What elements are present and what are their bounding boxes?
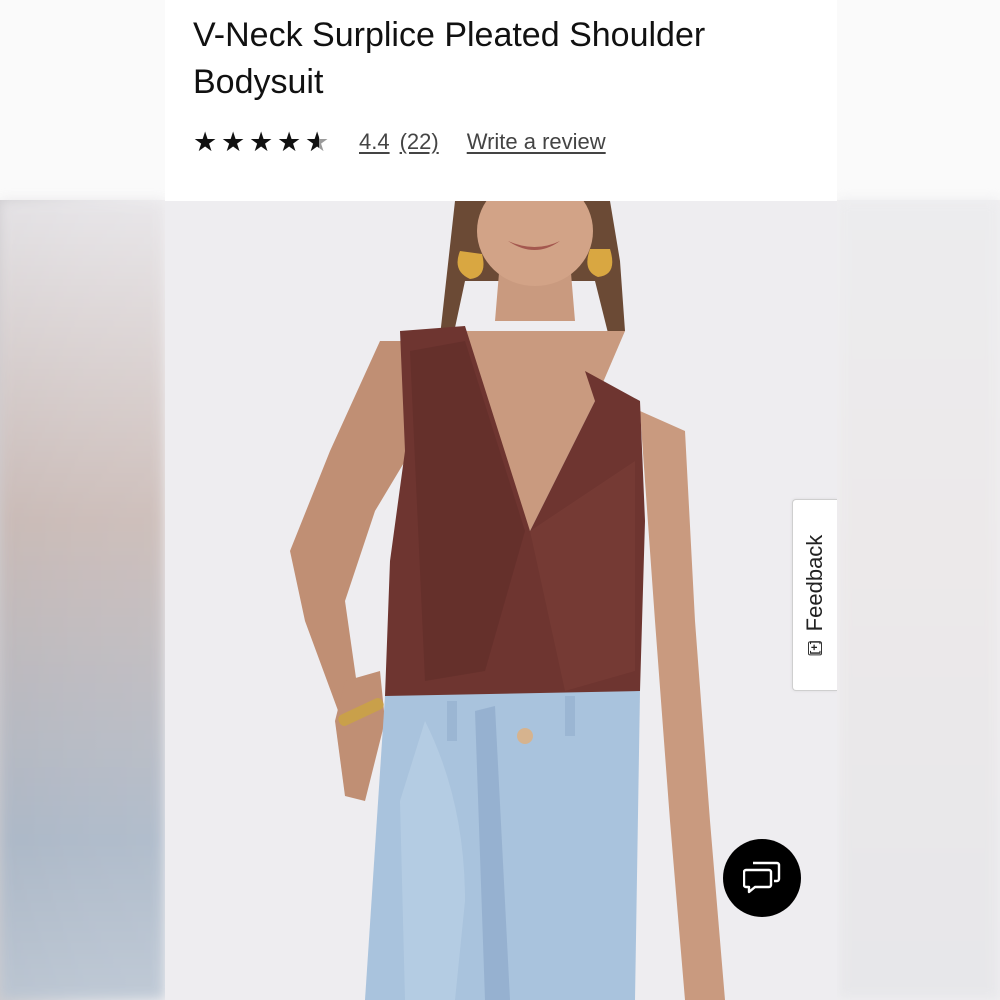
- backdrop-left-blur: [0, 200, 165, 1000]
- feedback-plus-icon: [+]: [808, 640, 822, 656]
- star-icon: ★: [193, 126, 217, 157]
- star-icon: ★: [221, 126, 245, 157]
- product-title: V-Neck Surplice Pleated Shoulder Bodysui…: [193, 16, 706, 101]
- feedback-label: Feedback: [802, 534, 827, 632]
- star-rating[interactable]: ★ ★ ★ ★ ★ ★: [193, 126, 332, 157]
- chat-button[interactable]: [723, 839, 801, 917]
- feedback-tab[interactable]: [+] Feedback: [792, 499, 837, 691]
- star-icon: ★: [249, 126, 273, 157]
- rating-count-link[interactable]: (22): [400, 129, 439, 155]
- write-review-link[interactable]: Write a review: [467, 129, 606, 155]
- rating-value-link[interactable]: 4.4: [359, 129, 390, 155]
- star-icon: ★: [277, 126, 301, 157]
- backdrop-right-blur: [837, 200, 1000, 1000]
- product-page: V-Neck Surplice Pleated Shoulder Bodysui…: [165, 0, 837, 1000]
- rating-row: ★ ★ ★ ★ ★ ★ 4.4 (22) Write a review: [193, 124, 606, 160]
- half-star-icon: ★ ★: [305, 126, 329, 157]
- chat-bubbles-icon: [743, 861, 781, 894]
